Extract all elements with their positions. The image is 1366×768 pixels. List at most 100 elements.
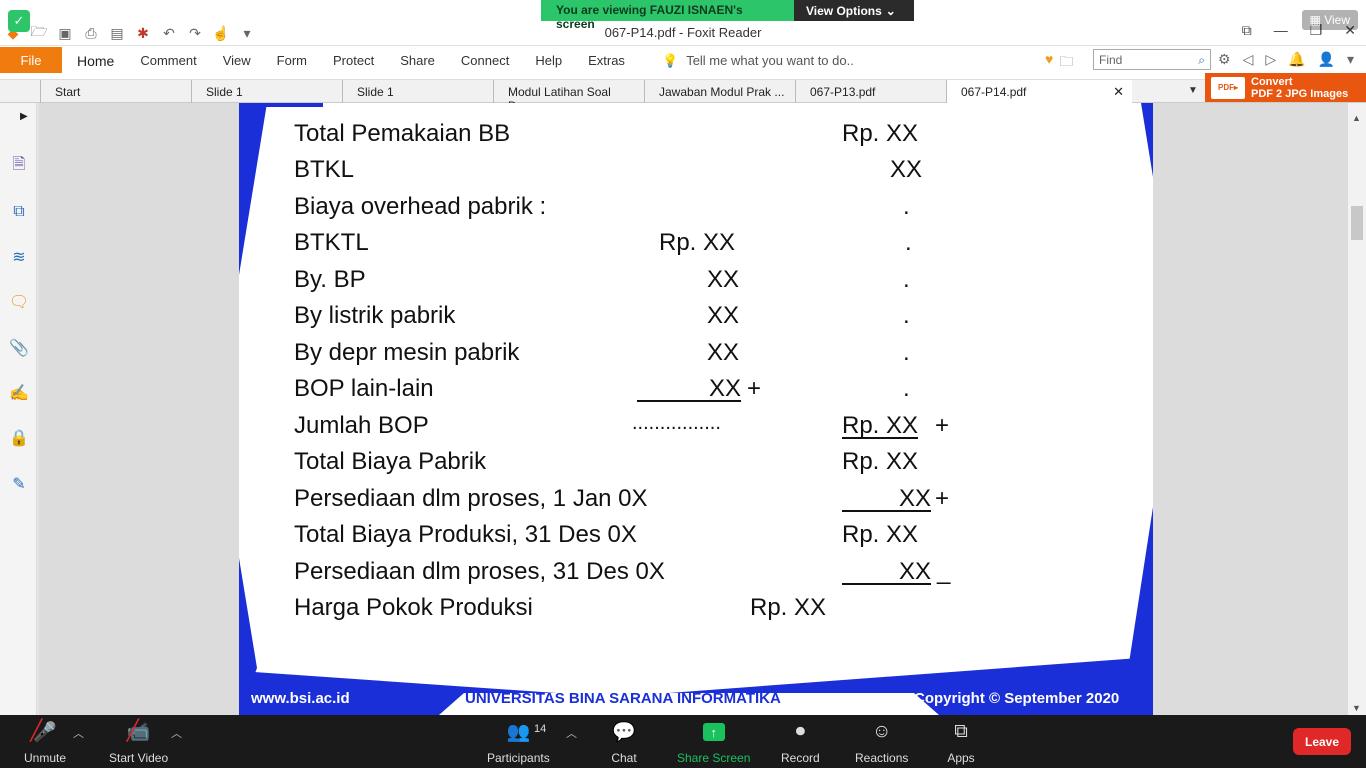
scroll-down-icon[interactable]: ▼ (1352, 703, 1361, 713)
page-thumbnail-icon[interactable]: 🗎 (8, 155, 30, 177)
ribbon-right-icons: ♥ 🗀 (1045, 51, 1073, 75)
minimize-icon[interactable]: — (1274, 22, 1288, 39)
heart-icon[interactable]: ♥ (1045, 51, 1053, 75)
share-screen-button[interactable]: ↑ Share Screen (677, 721, 750, 765)
restore-icon[interactable]: ⧉ (1242, 22, 1252, 39)
app-window: ◆ 🗁 ▣ ⎙ ▤ ✱ ↶ ↷ ☝ ▾ 067-P14.pdf - Foxit … (0, 0, 1366, 768)
unmute-button[interactable]: 🎤 ╱ Unmute (24, 720, 66, 765)
value-total-biaya-produksi: Rp. XX (842, 521, 919, 548)
pages-icon[interactable]: ⧉ (8, 201, 30, 223)
ribbon-tab-protect[interactable]: Protect (320, 47, 387, 73)
ribbon-far-right-icons: ⚙ ◁ ▷ 🔔 👤 ▾ (1218, 51, 1354, 68)
bell-icon[interactable]: 🔔 (1288, 51, 1305, 68)
user-account-icon[interactable]: 👤 (1318, 51, 1335, 68)
view-options-button[interactable]: View Options ⌄ (794, 0, 914, 21)
scroll-up-icon[interactable]: ▲ (1352, 113, 1361, 123)
tab-067-p14[interactable]: 067-P14.pdf ✕ (946, 80, 1132, 104)
viewing-banner-text: You are viewing FAUZI ISNAEN's screen (541, 0, 794, 31)
apps-button[interactable]: ⧉ Apps (947, 721, 975, 765)
expand-panel-icon[interactable]: ▶ (20, 111, 28, 122)
zoom-view-button[interactable]: ▦ View (1301, 10, 1358, 30)
dot-btktl: . (905, 229, 912, 256)
ribbon-tab-comment[interactable]: Comment (127, 47, 209, 73)
record-label: Record (781, 751, 820, 765)
label-total-biaya-produksi: Total Biaya Produksi, 31 Des 0X (294, 521, 637, 548)
muted-microphone-icon: 🎤 ╱ (30, 720, 57, 743)
dots-jumlah-bop: ................ (632, 412, 721, 434)
dot-bop-lain: . (903, 375, 910, 402)
value-pdp-awal-wrap: XX (842, 485, 931, 513)
label-total-pemakaian-bb: Total Pemakaian BB (294, 120, 511, 147)
dot-by-depr: . (903, 339, 910, 366)
view-options-label: View Options (806, 3, 882, 18)
folder-search-icon[interactable]: 🗀 (1059, 51, 1073, 75)
certificate-icon[interactable]: ✎ (8, 473, 30, 495)
search-icon[interactable]: ⌕ (1198, 53, 1205, 67)
lock-icon[interactable]: 🔒 (8, 427, 30, 449)
dot-biaya-overhead: . (903, 193, 910, 220)
value-pdp-awal: XX (842, 487, 931, 512)
zoom-security-shield-icon[interactable]: ✓ (8, 10, 30, 32)
value-harga-pokok-produksi: Rp. XX (750, 594, 827, 621)
chevron-down-icon: ⌄ (885, 3, 896, 18)
more-icon[interactable]: ▾ (1347, 51, 1354, 68)
dot-by-listrik: . (903, 302, 910, 329)
settings-icon[interactable]: ⚙ (1218, 51, 1231, 68)
record-button[interactable]: ⏺ Record (781, 721, 820, 765)
convert-pdf-jpg-button[interactable]: PDF▸ Convert PDF 2 JPG Images (1205, 73, 1366, 102)
vertical-scrollbar[interactable]: ▲ ▼ (1348, 103, 1366, 715)
layers-icon[interactable]: ≋ (8, 246, 30, 268)
previous-arrow-icon[interactable]: ◁ (1243, 51, 1254, 68)
mid-by-depr: XX (707, 339, 740, 366)
tell-me-search[interactable]: 💡 Tell me what you want to do.. (662, 53, 854, 69)
ribbon-tab-home[interactable]: Home (64, 47, 127, 73)
start-video-button[interactable]: 📹 ╱ Start Video (109, 720, 168, 765)
ribbon-tab-share[interactable]: Share (387, 47, 448, 73)
attachment-icon[interactable]: 📎 (8, 337, 30, 359)
label-by-bp: By. BP (294, 266, 366, 293)
find-placeholder: Find (1099, 53, 1123, 67)
plus-jumlah-bop: + (935, 412, 950, 439)
record-icon: ⏺ (795, 721, 806, 742)
leave-button[interactable]: Leave (1293, 728, 1351, 755)
tab-jawaban-modul[interactable]: Jawaban Modul Prak ... (644, 80, 799, 104)
label-pdp-akhir: Persediaan dlm proses, 31 Des 0X (294, 558, 665, 585)
lightbulb-icon: 💡 (662, 53, 679, 68)
tab-067-p13[interactable]: 067-P13.pdf (795, 80, 950, 104)
minus-pdp-akhir: _ (937, 558, 951, 585)
file-menu-button[interactable]: File (0, 47, 62, 73)
comments-icon[interactable]: 🗨 (8, 291, 30, 313)
document-tabs: Start Slide 1 Slide 1 Modul Latihan Soal… (0, 79, 1366, 113)
ribbon-tab-form[interactable]: Form (264, 47, 320, 73)
value-pdp-akhir: XX (842, 560, 931, 585)
video-options-caret-icon[interactable]: ︿ (171, 725, 182, 741)
signature-icon[interactable]: ✍ (8, 382, 30, 404)
ribbon-tab-extras[interactable]: Extras (575, 47, 638, 73)
next-arrow-icon[interactable]: ▷ (1265, 51, 1276, 68)
apps-label: Apps (947, 751, 975, 765)
ribbon-tab-view[interactable]: View (210, 47, 264, 73)
convert-line1: Convert (1251, 75, 1293, 88)
participants-options-caret-icon[interactable]: ︿ (566, 725, 577, 741)
label-btktl: BTKTL (294, 229, 369, 256)
value-btkl: XX (890, 156, 923, 183)
tabs-dropdown-icon[interactable]: ▼ (1188, 85, 1198, 96)
chat-button[interactable]: 💬 Chat (610, 721, 638, 765)
tab-slide-1-b[interactable]: Slide 1 (342, 80, 497, 104)
label-pdp-awal: Persediaan dlm proses, 1 Jan 0X (294, 485, 648, 512)
tab-modul-latihan[interactable]: Modul Latihan Soal Da... (493, 80, 648, 113)
tab-start[interactable]: Start (40, 80, 195, 104)
plus-pdp-awal: + (935, 485, 950, 512)
participants-icon: 👥 (506, 722, 531, 743)
ribbon-tab-help[interactable]: Help (522, 47, 575, 73)
reactions-button[interactable]: ☺ Reactions (855, 721, 908, 765)
ribbon-tab-connect[interactable]: Connect (448, 47, 522, 73)
close-tab-icon[interactable]: ✕ (1113, 84, 1124, 100)
reactions-label: Reactions (855, 751, 909, 765)
tab-slide-1-a[interactable]: Slide 1 (191, 80, 346, 104)
audio-options-caret-icon[interactable]: ︿ (73, 725, 84, 741)
mid-bop-lain-wrap: XX (637, 375, 741, 403)
find-input[interactable]: Find ⌕ (1093, 49, 1211, 70)
scroll-thumb[interactable] (1351, 206, 1363, 240)
pdf-to-image-icon: PDF▸ (1211, 76, 1245, 99)
